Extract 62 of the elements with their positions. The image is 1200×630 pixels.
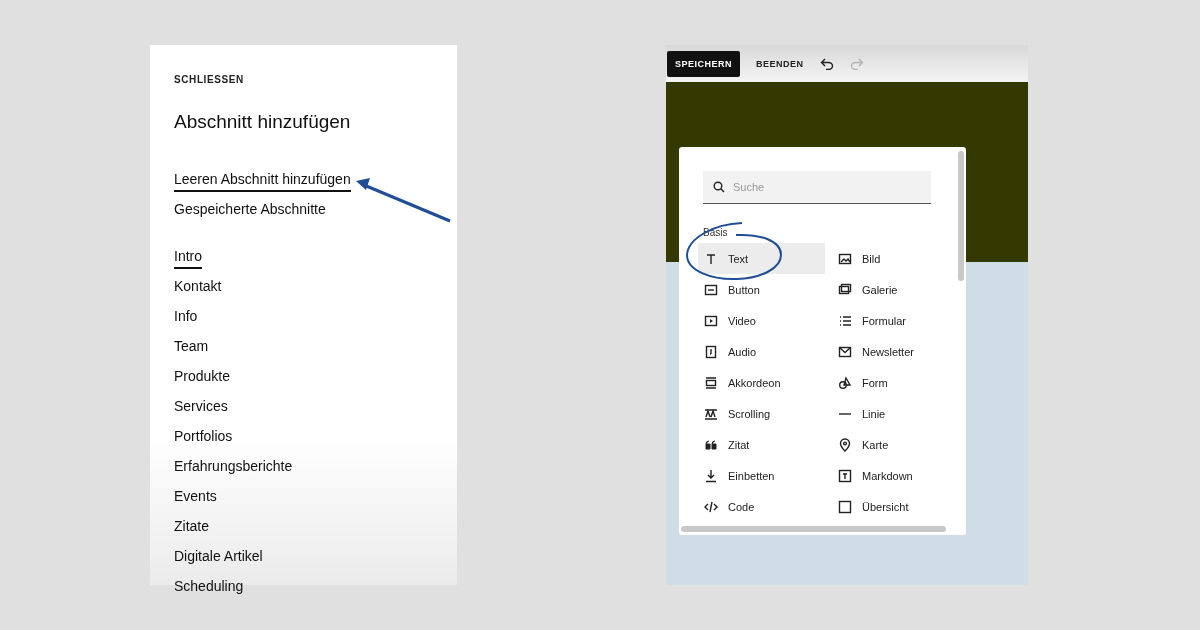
block-icon [838,282,852,297]
section-item[interactable]: Portfolios [174,428,233,449]
block-icon [704,344,718,359]
panel-link[interactable]: Gespeicherte Abschnitte [174,201,326,222]
block-item[interactable]: Übersicht [832,491,959,522]
block-item[interactable]: Bild [832,243,959,274]
section-item[interactable]: Info [174,308,198,329]
close-button[interactable]: SCHLIESSEN [174,74,244,85]
block-icon [704,251,718,266]
exit-button[interactable]: BEENDEN [756,58,804,69]
block-icon [704,499,718,514]
section-item[interactable]: Team [174,338,209,359]
section-item[interactable]: Zitate [174,518,209,539]
section-item[interactable]: Events [174,488,217,509]
undo-icon[interactable] [819,57,834,70]
block-item[interactable]: Formular [832,305,959,336]
block-item[interactable]: Button [698,274,825,305]
search-icon [713,181,725,193]
redo-icon[interactable] [849,57,864,70]
block-item[interactable]: Form [832,367,959,398]
section-item[interactable]: Kontakt [174,278,222,299]
block-icon [838,412,852,415]
block-icon [704,406,718,421]
scrollbar[interactable] [681,526,946,532]
block-item[interactable]: Markdown [832,460,959,491]
section-item[interactable]: Erfahrungsberichte [174,458,293,479]
block-item[interactable]: Text [698,243,825,274]
block-item[interactable]: Scrolling [698,398,825,429]
block-icon [838,437,852,452]
group-label: Basis [703,227,729,238]
search-input[interactable]: Suche [733,181,913,193]
block-item[interactable]: Zitat [698,429,825,460]
block-item[interactable]: Einbetten [698,460,825,491]
panel-title: Abschnitt hinzufügen [174,111,352,133]
block-icon [704,468,718,483]
block-icon [838,375,852,390]
block-item[interactable]: Linie [832,398,959,429]
save-button[interactable]: SPEICHERN [667,50,740,77]
block-icon [838,251,852,266]
block-item[interactable]: Galerie [832,274,959,305]
scrollbar[interactable] [958,151,964,281]
block-item[interactable]: Video [698,305,825,336]
block-item[interactable]: Audio [698,336,825,367]
block-item[interactable]: Code [698,491,825,522]
panel-link[interactable]: Leeren Abschnitt hinzufügen [174,171,351,192]
block-icon [838,499,852,514]
block-icon [838,344,852,359]
section-item[interactable]: Produkte [174,368,231,389]
block-icon [704,437,718,452]
section-item[interactable]: Intro [174,248,202,269]
search-box[interactable]: Suche [703,171,931,204]
block-icon [838,468,852,483]
block-item[interactable]: Akkordeon [698,367,825,398]
section-item[interactable]: Scheduling [174,578,244,599]
block-item[interactable]: Karte [832,429,959,460]
block-icon [838,313,852,328]
block-item[interactable]: Newsletter [832,336,959,367]
block-icon [704,313,718,328]
block-icon [704,375,718,390]
section-item[interactable]: Services [174,398,228,419]
section-item[interactable]: Digitale Artikel [174,548,263,569]
block-icon [704,282,718,297]
